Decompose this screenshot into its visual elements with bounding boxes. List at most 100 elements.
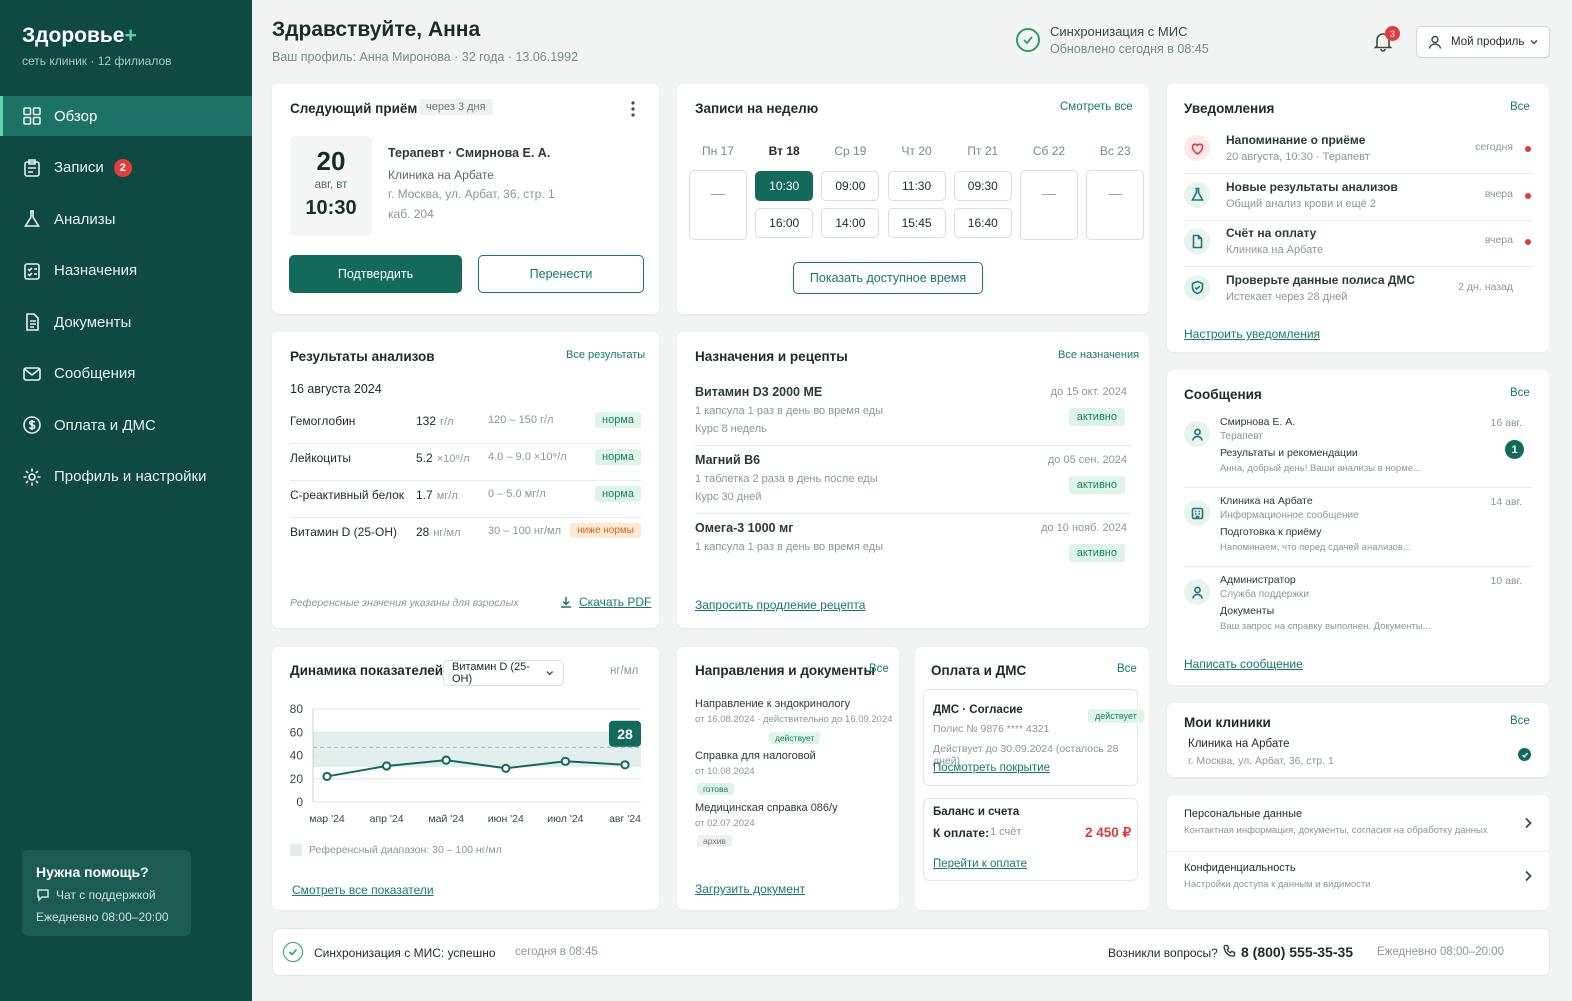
check-circle-icon — [283, 942, 303, 962]
sidebar-item-settings[interactable]: Профиль и настройки — [0, 457, 252, 497]
notifications-all-link[interactable]: Все — [1510, 101, 1530, 113]
divider — [290, 517, 641, 518]
due-amount: 2 450 ₽ — [1085, 825, 1132, 840]
result-range: 4.0 – 9.0 ×10⁹/л — [488, 451, 567, 463]
message-item[interactable]: Администратор Служба поддержки Документы Ва… — [1167, 570, 1549, 648]
status-badge: архив — [697, 835, 732, 847]
notification-item[interactable]: Проверьте данные полиса ДМС Истекает чере… — [1167, 268, 1549, 314]
message-date: 16 авг. — [1490, 417, 1522, 429]
week-day-empty: — — [1020, 170, 1078, 240]
sidebar-item-overview[interactable]: Обзор — [0, 96, 252, 136]
brand-name[interactable]: Здоровье+ — [22, 24, 172, 48]
message-avatar — [1184, 500, 1210, 526]
support-chat-link[interactable]: Чат с поддержкой — [36, 888, 177, 902]
referrals-all-link[interactable]: Все — [869, 663, 889, 675]
download-pdf-link[interactable]: Скачать PDF — [559, 595, 651, 609]
time-slot[interactable]: 16:00 — [755, 208, 814, 238]
sidebar-item-prescriptions[interactable]: Назначения — [0, 251, 252, 291]
all-indicators-link[interactable]: Смотреть все показатели — [292, 883, 434, 897]
time-slot[interactable]: 09:30 — [953, 171, 1012, 201]
time-slot[interactable]: 15:45 — [887, 208, 946, 238]
time-slot[interactable]: 16:40 — [953, 208, 1012, 238]
all-results-link[interactable]: Все результаты — [566, 349, 645, 361]
payment-all-link[interactable]: Все — [1117, 663, 1137, 675]
notification-item[interactable]: Напоминание о приёме 20 августа, 10:30 · … — [1167, 128, 1549, 174]
all-prescriptions-link[interactable]: Все назначения — [1058, 349, 1139, 361]
result-value: 132 г/л — [416, 414, 454, 428]
message-item[interactable]: Клиника на Арбате Информационное сообщени… — [1167, 491, 1549, 569]
time-slot[interactable]: 11:30 — [887, 171, 946, 201]
appointments-count-badge: 2 — [113, 158, 132, 177]
clinic-name[interactable]: Клиника на Арбате — [1188, 738, 1290, 750]
document-item[interactable]: Медицинская справка 086/у от 02.07.2024 ар… — [677, 801, 899, 853]
renew-prescription-link[interactable]: Запросить продление рецепта — [695, 598, 865, 612]
week-day-label: Вс 23 — [1099, 144, 1131, 158]
sidebar-item-appointments[interactable]: Записи 2 — [0, 148, 252, 188]
time-slot[interactable]: 10:30 — [755, 171, 814, 201]
table-row[interactable]: Лейкоциты 5.2 ×10⁹/л 4.0 – 9.0 ×10⁹/л норма — [272, 445, 659, 482]
check-circle-icon — [1016, 28, 1040, 52]
footer-hours: Ежедневно 08:00–20:00 — [1377, 946, 1504, 958]
table-row[interactable]: Витамин D (25-OH) 28 нг/мл 30 – 100 нг/мл ни… — [272, 519, 659, 556]
sidebar-item-label: Анализы — [54, 210, 116, 228]
settings-card: Персональные данные Контактная информаци… — [1167, 795, 1549, 910]
status-badge: активно — [1068, 476, 1125, 494]
my-profile-button[interactable]: Мой профиль — [1416, 26, 1550, 58]
time-slot[interactable]: 09:00 — [821, 171, 880, 201]
week-day-empty: — — [689, 170, 747, 240]
prescription-item[interactable]: Омега-3 1000 мг 1 капсула 1 раз в день во… — [677, 518, 1149, 586]
document-item[interactable]: Справка для налоговой от 10.08.2024 готова — [677, 749, 899, 801]
view-coverage-link[interactable]: Посмотреть покрытие — [933, 762, 1050, 774]
support-phone[interactable]: 8 (800) 555-35-35 — [1241, 944, 1353, 960]
sidebar-item-tests[interactable]: Анализы — [0, 199, 252, 239]
next-visit-title: Следующий приём — [290, 101, 418, 116]
message-subject: Результаты и рекомендации — [1220, 447, 1358, 459]
go-to-payment-link[interactable]: Перейти к оплате — [933, 858, 1027, 870]
dynamics-chart: 0 20 40 60 80 мар '24 апр '24 май '24 июн '24 июл… — [290, 702, 641, 825]
configure-notifications-link[interactable]: Настроить уведомления — [1184, 327, 1320, 341]
mail-icon — [23, 366, 41, 381]
result-name: Гемоглобин — [290, 414, 356, 428]
document-item[interactable]: Направление к эндокринологу от 16.08.2024… — [677, 697, 899, 749]
dms-title: ДМС · Согласие — [933, 704, 1023, 716]
sync-time: Обновлено сегодня в 08:45 — [1050, 42, 1209, 56]
sync-status: Синхронизация с МИС Обновлено сегодня в … — [1016, 24, 1209, 56]
indicator-select[interactable]: Витамин D (25-OH) — [443, 660, 564, 686]
sidebar-item-documents[interactable]: Документы — [0, 302, 252, 342]
message-item[interactable]: Смирнова Е. А. Терапевт Результаты и реком… — [1167, 412, 1549, 490]
privacy-row[interactable]: Конфиденциальность Настройки доступа к д… — [1167, 852, 1549, 910]
confirm-visit-button[interactable]: Подтвердить — [289, 255, 462, 293]
y-tick-label: 20 — [290, 772, 304, 786]
prescription-until: до 15 окт. 2024 — [1050, 386, 1127, 398]
payment-title: Оплата и ДМС — [931, 663, 1027, 678]
time-slot[interactable]: 14:00 — [821, 208, 880, 238]
clipboard-icon — [24, 158, 40, 177]
status-badge: норма — [595, 412, 641, 428]
clinics-all-link[interactable]: Все — [1510, 715, 1530, 727]
week-see-all-link[interactable]: Смотреть все — [1060, 101, 1133, 113]
payment-card: Оплата и ДМС Все ДМС · Согласие действуе… — [915, 647, 1149, 910]
y-tick-label: 80 — [290, 702, 304, 716]
y-tick-label: 40 — [290, 749, 304, 763]
divider — [695, 445, 1131, 446]
show-available-time-button[interactable]: Показать доступное время — [793, 262, 983, 294]
table-row[interactable]: С-реактивный белок 1.7 мг/л 0 – 5.0 мг/л нор… — [272, 482, 659, 519]
data-point — [382, 761, 392, 771]
notification-item[interactable]: Новые результаты анализов Общий анализ кр… — [1167, 175, 1549, 221]
reschedule-visit-button[interactable]: Перенести — [478, 255, 644, 293]
messages-all-link[interactable]: Все — [1510, 387, 1530, 399]
personal-data-row[interactable]: Персональные данные Контактная информаци… — [1167, 795, 1549, 851]
notification-time: 2 дн. назад — [1458, 280, 1513, 293]
upload-document-link[interactable]: Загрузить документ — [695, 882, 805, 896]
notification-item[interactable]: Счёт на оплату Клиника на Арбате вчера — [1167, 221, 1549, 267]
prescription-item[interactable]: Магний B6 1 таблетка 2 раза в день после … — [677, 450, 1149, 518]
message-from: Администратор — [1220, 574, 1296, 586]
write-message-link[interactable]: Написать сообщение — [1184, 657, 1303, 671]
table-row[interactable]: Гемоглобин 132 г/л 120 – 150 г/л норма — [272, 408, 659, 445]
prescription-item[interactable]: Витамин D3 2000 МЕ 1 капсула 1 раз в день… — [677, 382, 1149, 450]
sidebar-item-payment[interactable]: Оплата и ДМС — [0, 405, 252, 445]
notification-icon-wrap — [1184, 135, 1210, 161]
more-vertical-icon[interactable] — [628, 100, 638, 118]
sidebar-item-messages[interactable]: Сообщения — [0, 354, 252, 394]
notifications-count-badge: 3 — [1385, 26, 1400, 41]
